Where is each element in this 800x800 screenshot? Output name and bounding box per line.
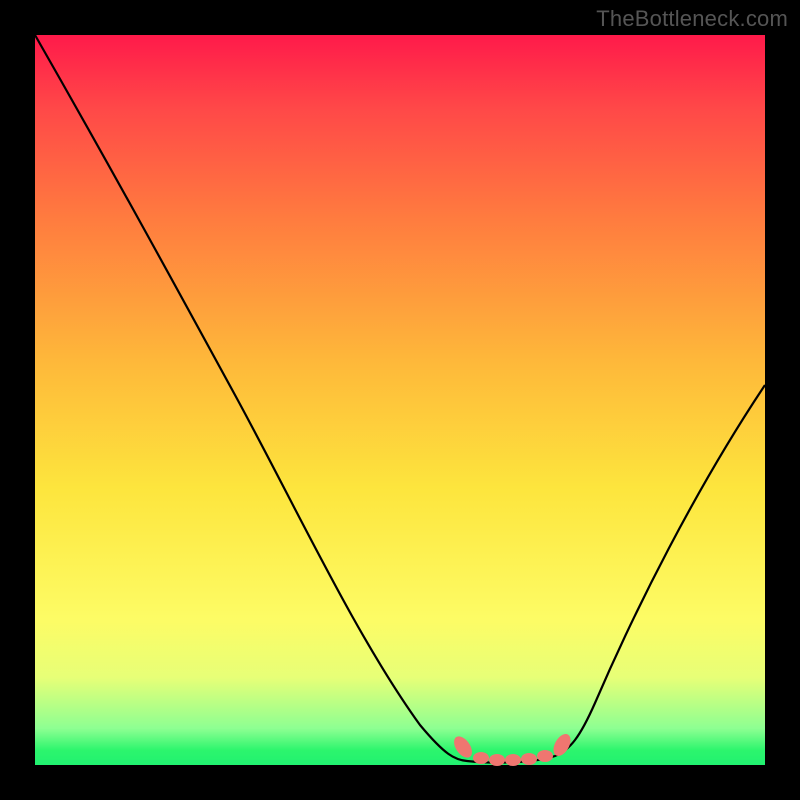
chart-container: TheBottleneck.com xyxy=(0,0,800,800)
plot-area xyxy=(35,35,765,765)
curve-layer xyxy=(35,35,765,765)
bead-marker xyxy=(505,754,521,766)
bead-marker xyxy=(489,754,505,766)
bead-marker xyxy=(473,752,489,764)
bead-marker xyxy=(537,750,553,762)
v-curve xyxy=(35,35,765,763)
attribution-label: TheBottleneck.com xyxy=(596,6,788,32)
bead-marker xyxy=(521,753,537,765)
